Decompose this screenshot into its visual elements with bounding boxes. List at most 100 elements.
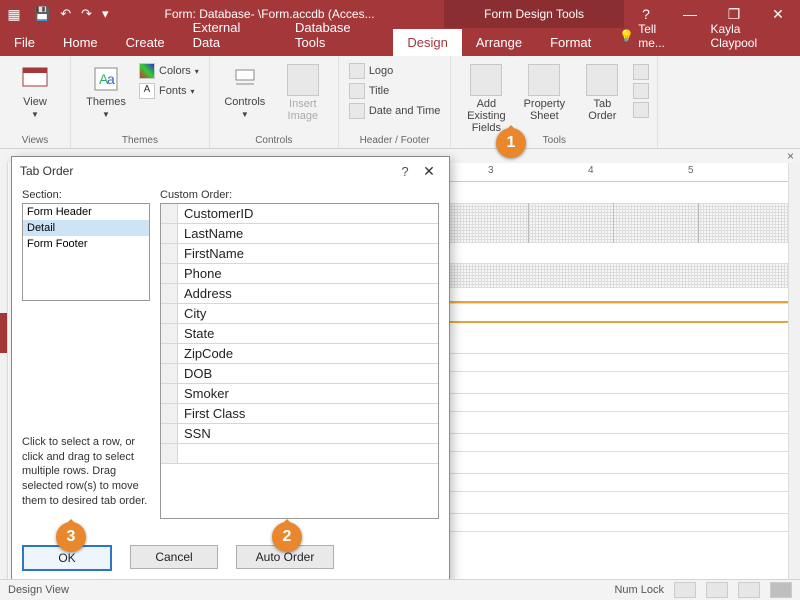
group-themes: Aa Themes▼ Colors ▾ AFonts ▾ Themes bbox=[71, 56, 210, 148]
logo-icon bbox=[349, 63, 365, 79]
row-selector[interactable] bbox=[161, 444, 178, 463]
row-selector[interactable] bbox=[161, 344, 178, 363]
app-icon: ▦ bbox=[0, 6, 28, 23]
tool-extra-3-icon[interactable] bbox=[633, 102, 649, 118]
row-selector[interactable] bbox=[161, 364, 178, 383]
callout-3: 3 bbox=[56, 522, 86, 552]
section-item-form-footer[interactable]: Form Footer bbox=[23, 236, 149, 252]
view-icon bbox=[20, 64, 50, 94]
date-time-button[interactable]: Date and Time bbox=[347, 102, 443, 120]
textbox-control-5[interactable] bbox=[448, 473, 789, 492]
order-row: Address bbox=[161, 284, 438, 304]
svg-text:a: a bbox=[107, 71, 115, 87]
tool-extra-2-icon[interactable] bbox=[633, 83, 649, 99]
row-selector[interactable] bbox=[161, 424, 178, 443]
user-name[interactable]: Kayla Claypool bbox=[696, 16, 800, 56]
context-tab-label: Form Design Tools bbox=[444, 0, 624, 28]
save-icon[interactable]: 💾 bbox=[34, 6, 50, 22]
insert-image-button[interactable]: Insert Image bbox=[276, 60, 330, 122]
custom-order-list[interactable]: CustomerID LastName FirstName Phone Addr… bbox=[160, 203, 439, 519]
view-design-icon[interactable] bbox=[770, 582, 792, 598]
section-listbox[interactable]: Form Header Detail Form Footer bbox=[22, 203, 150, 301]
order-row: SSN bbox=[161, 424, 438, 444]
row-selector[interactable] bbox=[161, 304, 178, 323]
tab-home[interactable]: Home bbox=[49, 29, 112, 56]
undo-icon[interactable]: ↶ bbox=[60, 6, 71, 22]
tab-arrange[interactable]: Arrange bbox=[462, 29, 536, 56]
textbox-control-3[interactable] bbox=[448, 393, 789, 412]
tool-extra-1-icon[interactable] bbox=[633, 64, 649, 80]
row-selector[interactable] bbox=[161, 244, 178, 263]
section-label: Section: bbox=[22, 189, 150, 201]
detail-section[interactable] bbox=[448, 263, 789, 288]
dialog-close-icon[interactable]: ✕ bbox=[417, 163, 441, 180]
chevron-down-icon: ▼ bbox=[241, 110, 249, 119]
order-row: State bbox=[161, 324, 438, 344]
status-bar: Design View Num Lock bbox=[0, 579, 800, 600]
group-header-footer: Logo Title Date and Time Header / Footer bbox=[339, 56, 452, 148]
tab-design[interactable]: Design bbox=[393, 29, 461, 56]
group-views: View▼ Views bbox=[0, 56, 71, 148]
row-selector[interactable] bbox=[161, 404, 178, 423]
view-form-icon[interactable] bbox=[674, 582, 696, 598]
qat-more-icon[interactable]: ▾ bbox=[102, 6, 109, 22]
textbox-control-2[interactable] bbox=[448, 353, 789, 372]
colors-button[interactable]: Colors ▾ bbox=[137, 62, 201, 80]
order-row: First Class bbox=[161, 404, 438, 424]
section-item-form-header[interactable]: Form Header bbox=[23, 204, 149, 220]
view-datasheet-icon[interactable] bbox=[706, 582, 728, 598]
dialog-help-icon[interactable]: ? bbox=[393, 164, 417, 179]
bulb-icon: 💡 bbox=[619, 29, 634, 43]
row-selector[interactable] bbox=[161, 384, 178, 403]
logo-button[interactable]: Logo bbox=[347, 62, 443, 80]
textbox-control-4[interactable] bbox=[448, 433, 789, 452]
calendar-icon bbox=[349, 103, 365, 119]
fonts-button[interactable]: AFonts ▾ bbox=[137, 82, 201, 100]
order-row: CustomerID bbox=[161, 204, 438, 224]
cancel-button[interactable]: Cancel bbox=[130, 545, 218, 569]
row-selector[interactable] bbox=[161, 204, 178, 223]
callout-2: 2 bbox=[272, 522, 302, 552]
row-selector[interactable] bbox=[161, 324, 178, 343]
chevron-down-icon: ▼ bbox=[31, 110, 39, 119]
section-item-detail[interactable]: Detail bbox=[23, 220, 149, 236]
row-selector[interactable] bbox=[161, 264, 178, 283]
tab-database-tools[interactable]: Database Tools bbox=[281, 14, 393, 56]
row-selector[interactable] bbox=[161, 224, 178, 243]
property-sheet-button[interactable]: Property Sheet bbox=[517, 60, 571, 122]
textbox-control-1[interactable] bbox=[448, 303, 789, 322]
nav-pane-collapsed[interactable] bbox=[0, 163, 8, 580]
row-selector[interactable] bbox=[161, 284, 178, 303]
tab-order-icon bbox=[586, 64, 618, 96]
controls-button[interactable]: Controls▼ bbox=[218, 60, 272, 122]
tab-external-data[interactable]: External Data bbox=[179, 14, 281, 56]
vertical-scrollbar[interactable] bbox=[788, 163, 800, 580]
textbox-control-6[interactable] bbox=[448, 513, 789, 532]
view-layout-icon[interactable] bbox=[738, 582, 760, 598]
redo-icon[interactable]: ↷ bbox=[81, 6, 92, 22]
image-icon bbox=[287, 64, 319, 96]
tab-order-button[interactable]: Tab Order bbox=[575, 60, 629, 122]
status-numlock: Num Lock bbox=[614, 584, 664, 596]
order-row: Smoker bbox=[161, 384, 438, 404]
ribbon: View▼ Views Aa Themes▼ Colors ▾ AFonts ▾… bbox=[0, 56, 800, 149]
group-tools: Add Existing Fields Property Sheet Tab O… bbox=[451, 56, 658, 148]
pane-close-icon[interactable]: × bbox=[787, 149, 794, 163]
tell-me[interactable]: 💡Tell me... bbox=[605, 16, 696, 56]
quick-access-toolbar: 💾 ↶ ↷ ▾ bbox=[28, 6, 115, 22]
title-icon bbox=[349, 83, 365, 99]
title-button[interactable]: Title bbox=[347, 82, 443, 100]
tab-file[interactable]: File bbox=[0, 29, 49, 56]
dialog-titlebar[interactable]: Tab Order ? ✕ bbox=[12, 157, 449, 185]
themes-icon: Aa bbox=[91, 64, 121, 94]
order-row-empty bbox=[161, 444, 438, 464]
horizontal-ruler: 3 4 5 bbox=[448, 163, 789, 182]
view-button[interactable]: View▼ bbox=[8, 60, 62, 119]
status-view-mode: Design View bbox=[8, 584, 69, 596]
tab-create[interactable]: Create bbox=[112, 29, 179, 56]
order-row: LastName bbox=[161, 224, 438, 244]
themes-button[interactable]: Aa Themes▼ bbox=[79, 60, 133, 119]
tab-format[interactable]: Format bbox=[536, 29, 605, 56]
callout-1: 1 bbox=[496, 128, 526, 158]
property-icon bbox=[528, 64, 560, 96]
